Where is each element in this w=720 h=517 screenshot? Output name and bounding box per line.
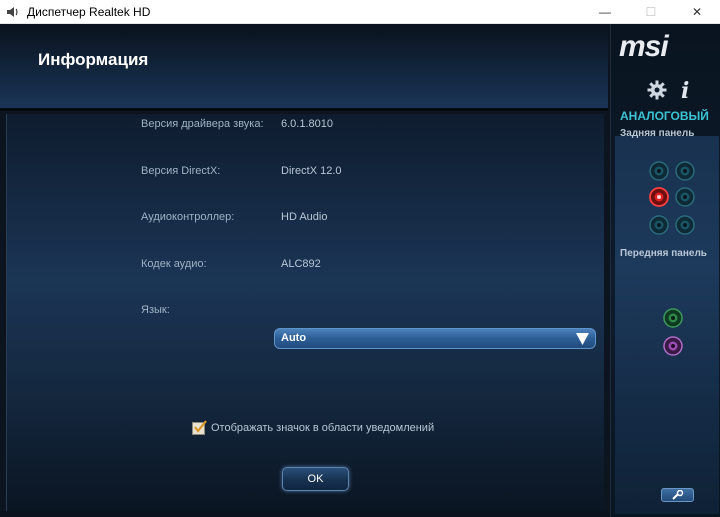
driver-version-value: 6.0.1.8010	[281, 118, 333, 130]
info-icon[interactable]: i	[681, 78, 689, 104]
front-jack-pink[interactable]	[663, 336, 683, 356]
checkmark-icon	[194, 419, 207, 433]
language-selected-value: Auto	[281, 332, 307, 344]
audio-codec-value: ALC892	[281, 258, 321, 270]
device-panel: msi i АНАЛОГОВЫЙ Задняя панель Передняя …	[610, 24, 720, 517]
language-label: Язык:	[141, 304, 170, 316]
gear-icon[interactable]	[647, 80, 667, 100]
close-button[interactable]: ✕	[674, 0, 720, 24]
ok-button[interactable]: OK	[282, 467, 349, 491]
notify-label: Отображать значок в области уведомлений	[211, 422, 435, 434]
page-title: Информация	[38, 50, 149, 69]
bottom-border	[0, 511, 610, 517]
audio-controller-value: HD Audio	[281, 211, 328, 223]
rear-jack-6[interactable]	[675, 215, 695, 235]
rear-jack-4[interactable]	[675, 187, 695, 207]
rear-jack-5[interactable]	[649, 215, 669, 235]
audio-codec-label: Кодек аудио:	[141, 258, 207, 270]
directx-version-value: DirectX 12.0	[281, 165, 342, 177]
rear-jack-3-active[interactable]	[649, 187, 669, 207]
rear-panel-label: Задняя панель	[620, 128, 695, 139]
wrench-icon	[671, 490, 683, 500]
driver-version-label: Версия драйвера звука:	[141, 118, 264, 130]
minimize-button[interactable]: —	[582, 0, 628, 24]
speaker-icon	[7, 7, 18, 17]
audio-controller-label: Аудиоконтроллер:	[141, 211, 235, 223]
maximize-button[interactable]: ☐	[628, 0, 674, 24]
rear-jack-2[interactable]	[675, 161, 695, 181]
wrench-button[interactable]	[661, 488, 694, 502]
title-bar: Диспетчер Realtek HD — ☐ ✕	[0, 0, 720, 24]
language-select[interactable]: Auto	[274, 328, 596, 349]
notify-option[interactable]: Отображать значок в области уведомлений	[192, 419, 435, 436]
header-divider	[0, 108, 608, 111]
front-jack-green[interactable]	[663, 308, 683, 328]
notify-checkbox[interactable]	[192, 419, 207, 435]
info-panel: Версия драйвера звука: 6.0.1.8010 Версия…	[6, 114, 604, 511]
realtek-window: Информация Версия драйвера звука: 6.0.1.…	[0, 24, 720, 517]
front-panel-label: Передняя панель	[620, 248, 707, 259]
directx-version-label: Версия DirectX:	[141, 165, 221, 177]
header: Информация	[0, 24, 608, 110]
rear-jack-1[interactable]	[649, 161, 669, 181]
dropdown-arrow-icon	[576, 333, 589, 345]
window-title: Диспетчер Realtek HD	[27, 5, 151, 19]
analog-label: АНАЛОГОВЫЙ	[620, 109, 709, 123]
msi-logo: msi	[619, 30, 669, 63]
